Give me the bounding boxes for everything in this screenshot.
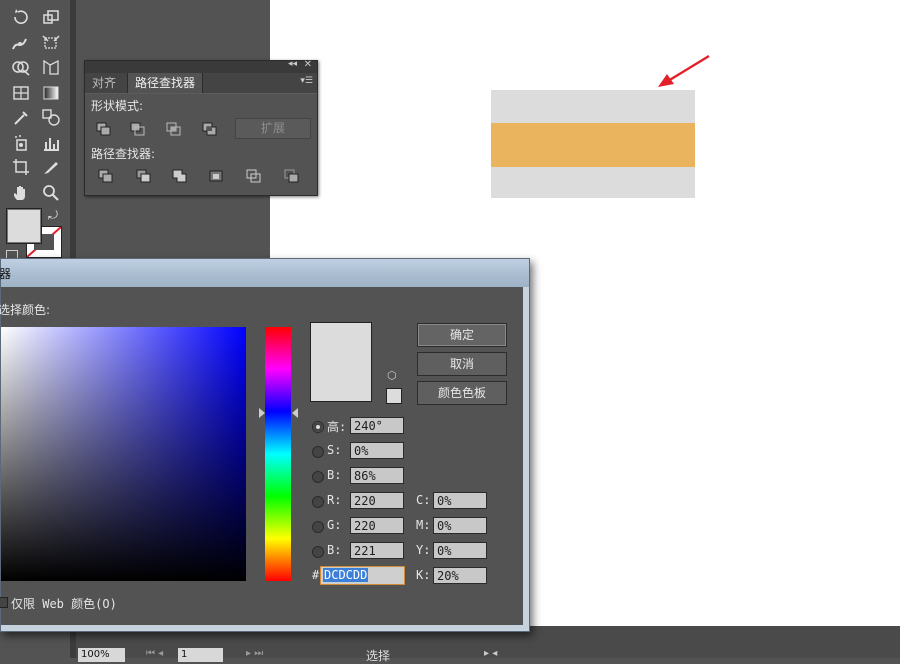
width-tool-icon[interactable]: [8, 32, 34, 54]
tab-pathfinder[interactable]: 路径查找器: [127, 73, 204, 93]
perspective-grid-tool-icon[interactable]: [38, 56, 64, 78]
out-of-gamut-icon[interactable]: ⬡: [387, 369, 397, 382]
red-radio[interactable]: [312, 496, 324, 508]
brightness-radio[interactable]: [312, 471, 324, 483]
scale-tool-icon[interactable]: [38, 6, 64, 28]
dialog-body: 选择颜色: ⬡ 确定 取消 颜色色板 高: 240° S: 0% B: 86% …: [0, 287, 523, 625]
brightness-field[interactable]: 86%: [350, 467, 404, 484]
collapse-panel-icon[interactable]: ◂◂: [288, 59, 297, 69]
brightness-label: B:: [327, 468, 342, 482]
intersect-icon[interactable]: [165, 121, 183, 137]
exclude-icon[interactable]: [201, 121, 219, 137]
close-panel-icon[interactable]: ✕: [304, 59, 312, 70]
hue-slider-left-handle[interactable]: [259, 408, 265, 418]
pathfinders-label: 路径查找器:: [91, 147, 156, 161]
symbol-sprayer-tool-icon[interactable]: [8, 132, 34, 154]
green-field[interactable]: 220: [350, 517, 404, 534]
zoom-level-field[interactable]: 100%: [78, 648, 125, 662]
magenta-label: M:: [416, 518, 431, 532]
panel-menu-icon[interactable]: ▾☰: [300, 76, 313, 86]
tools-panel: ⤾: [0, 0, 70, 260]
expand-button[interactable]: 扩展: [235, 118, 311, 139]
minus-back-icon[interactable]: [283, 168, 301, 184]
saturation-field[interactable]: 0%: [350, 442, 404, 459]
artboard-number-field[interactable]: 1: [178, 648, 223, 662]
red-field[interactable]: 220: [350, 492, 404, 509]
hue-radio[interactable]: [312, 421, 324, 433]
blend-tool-icon[interactable]: [38, 106, 64, 128]
unite-icon[interactable]: [95, 121, 113, 137]
divide-icon[interactable]: [97, 168, 115, 184]
hand-tool-icon[interactable]: [8, 182, 34, 204]
hex-field[interactable]: DCDCDD: [320, 566, 405, 585]
blue-label: B:: [327, 543, 342, 557]
status-menu-icon[interactable]: ▸ ◂: [484, 648, 497, 659]
yellow-field[interactable]: 0%: [433, 542, 487, 559]
black-label: K:: [416, 568, 431, 582]
status-text: 选择: [366, 649, 391, 663]
ok-button[interactable]: 确定: [417, 323, 507, 347]
artboard-nav-next-icon[interactable]: ▸ ⏭: [246, 648, 263, 659]
merge-icon[interactable]: [171, 168, 189, 184]
web-colors-only-checkbox[interactable]: [0, 597, 8, 608]
tab-align[interactable]: 对齐: [85, 73, 124, 93]
hue-slider-right-handle[interactable]: [292, 408, 298, 418]
outline-icon[interactable]: [245, 168, 263, 184]
saturation-radio[interactable]: [312, 446, 324, 458]
green-label: G:: [327, 518, 342, 532]
gradient-tool-icon[interactable]: [38, 82, 64, 104]
magenta-field[interactable]: 0%: [433, 517, 487, 534]
red-arrow-line: [667, 54, 710, 83]
eyedropper-tool-icon[interactable]: [8, 106, 34, 128]
yellow-label: Y:: [416, 543, 431, 557]
select-color-label: 选择颜色:: [0, 303, 51, 317]
hue-label: 高:: [327, 420, 347, 434]
panel-tabs: 对齐 路径查找器 ▾☰: [85, 73, 317, 94]
saturation-label: S:: [327, 443, 342, 457]
web-colors-only-label: 仅限 Web 颜色(O): [11, 597, 117, 611]
mesh-tool-icon[interactable]: [8, 82, 34, 104]
blue-field[interactable]: 221: [350, 542, 404, 559]
color-swatches-button[interactable]: 颜色色板: [417, 381, 507, 405]
color-field[interactable]: [1, 327, 246, 581]
cyan-field[interactable]: 0%: [433, 492, 487, 509]
light-stripe-bottom[interactable]: [491, 167, 695, 198]
dialog-titlebar[interactable]: 器: [0, 259, 529, 287]
fill-swatch[interactable]: [6, 208, 42, 244]
red-arrow-head: [658, 74, 674, 87]
swap-fill-stroke-icon[interactable]: ⤾: [48, 208, 62, 222]
artboard-nav-prev-icon[interactable]: ⏮ ◂: [146, 648, 163, 659]
orange-stripe[interactable]: [491, 123, 695, 167]
color-picker-dialog: 器 选择颜色: ⬡ 确定 取消 颜色色板 高: 240° S: 0% B: 86…: [0, 258, 530, 632]
crop-icon[interactable]: [207, 168, 225, 184]
pathfinder-panel: ◂◂ ✕ 对齐 路径查找器 ▾☰ 形状模式: 扩展 路径查找器:: [84, 59, 318, 196]
hue-slider[interactable]: [265, 327, 291, 581]
zoom-tool-icon[interactable]: [38, 182, 64, 204]
panel-titlebar[interactable]: ◂◂ ✕: [85, 59, 317, 73]
hex-label: #: [312, 568, 320, 582]
red-label: R:: [327, 493, 342, 507]
shape-builder-tool-icon[interactable]: [8, 56, 34, 78]
dialog-title: 器: [0, 267, 12, 281]
slice-tool-icon[interactable]: [38, 156, 64, 178]
trim-icon[interactable]: [135, 168, 153, 184]
blue-radio[interactable]: [312, 546, 324, 558]
new-color-preview: [310, 322, 372, 402]
minus-front-icon[interactable]: [129, 121, 147, 137]
rotate-tool-icon[interactable]: [8, 6, 34, 28]
artboard-tool-icon[interactable]: [8, 156, 34, 178]
hex-value-selected: DCDCDD: [323, 568, 369, 582]
green-radio[interactable]: [312, 521, 324, 533]
black-field[interactable]: 20%: [433, 567, 487, 584]
free-transform-tool-icon[interactable]: [38, 32, 64, 54]
web-safe-color-swatch[interactable]: [386, 388, 402, 404]
light-stripe-top[interactable]: [491, 90, 695, 123]
cancel-button[interactable]: 取消: [417, 352, 507, 376]
shape-modes-label: 形状模式:: [91, 99, 144, 113]
cyan-label: C:: [416, 493, 431, 507]
column-graph-tool-icon[interactable]: [38, 132, 64, 154]
hue-field[interactable]: 240°: [350, 417, 404, 434]
